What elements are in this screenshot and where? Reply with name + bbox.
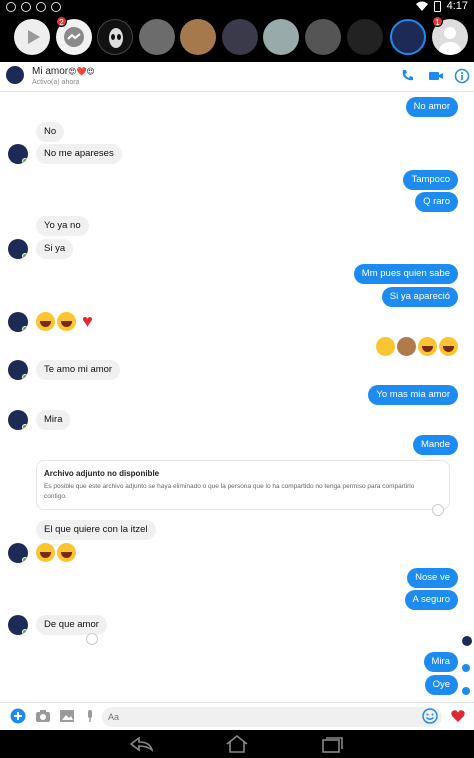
status-bar: 4:17 <box>0 0 474 14</box>
message-bubble[interactable]: A seguro <box>404 590 458 610</box>
message-bubble[interactable]: Q raro <box>415 192 458 212</box>
heart-eyes-emoji-icon <box>376 337 395 356</box>
online-dot <box>22 158 28 164</box>
message-bubble[interactable]: Mm pues quien sabe <box>353 264 458 284</box>
message-bubble[interactable]: No me apareses <box>36 144 122 164</box>
delivered-check-icon <box>462 664 470 672</box>
online-dot <box>22 629 28 635</box>
notification-icon <box>51 2 61 12</box>
camera-icon[interactable] <box>35 708 51 724</box>
messenger-badge: 2 <box>56 16 67 27</box>
contact-name-emojis: 😍❤️😍 <box>68 67 95 76</box>
active-status: Activo(a) ahora <box>32 79 80 86</box>
attachment-unavailable-card[interactable]: Archivo adjunto no disponible Es posible… <box>36 460 450 510</box>
chat-head-5[interactable] <box>263 19 299 55</box>
notification-icon <box>6 2 16 12</box>
message-bubble[interactable]: Mande <box>412 435 458 455</box>
laughing-emoji-icon <box>57 543 76 562</box>
message-bubble[interactable]: Si ya apareció <box>381 287 458 307</box>
status-time: 4:17 <box>446 0 468 12</box>
chat-head-badge: 1 <box>432 16 443 27</box>
avatar <box>8 360 28 380</box>
message-bubble[interactable]: Mira <box>36 410 71 430</box>
message-bubble[interactable]: Oye <box>424 675 458 695</box>
message-bubble[interactable]: Tampoco <box>403 170 458 190</box>
alien-icon <box>109 28 123 48</box>
plus-icon[interactable] <box>10 708 26 724</box>
emoji-icon[interactable] <box>422 708 438 724</box>
laughing-emoji-icon <box>36 312 55 331</box>
chat-head-active[interactable] <box>390 19 426 55</box>
contact-name[interactable]: Mi amor😍❤️😍 <box>32 66 95 77</box>
info-icon[interactable] <box>454 68 470 84</box>
attachment-text: Es posible que este archivo adjunto se h… <box>44 483 415 500</box>
online-dot <box>22 557 28 563</box>
message-bubble[interactable]: No amor <box>405 97 458 117</box>
emoji-message[interactable] <box>376 337 458 356</box>
message-bubble[interactable]: Yo ya no <box>36 216 89 236</box>
phone-icon[interactable] <box>400 68 416 84</box>
chat-head-6[interactable] <box>305 19 341 55</box>
reaction-icon[interactable] <box>86 633 98 645</box>
chat-head-4[interactable] <box>222 19 258 55</box>
contact-name-text: Mi amor <box>32 66 69 77</box>
avatar[interactable] <box>6 66 24 84</box>
avatar <box>8 615 28 635</box>
chat-heads-bar: 2 1 <box>0 14 474 62</box>
see-no-evil-monkey-icon <box>397 337 416 356</box>
microphone-icon[interactable] <box>82 708 98 724</box>
heart-icon: ♥ <box>82 311 93 331</box>
play-icon <box>28 30 40 44</box>
message-bubble[interactable]: No <box>36 122 65 142</box>
message-bubble[interactable]: Te amo mi amor <box>36 360 121 380</box>
chat-head-7[interactable] <box>347 19 383 55</box>
avatar <box>8 144 28 164</box>
online-dot <box>22 374 28 380</box>
navigation-bar <box>0 730 474 758</box>
message-bubble[interactable]: El que quiere con la itzel <box>36 520 156 540</box>
play-button[interactable] <box>14 19 50 55</box>
message-bubble[interactable]: Yo mas mia amor <box>368 385 458 405</box>
battery-icon <box>433 0 441 12</box>
image-icon[interactable] <box>59 708 75 724</box>
conversation-header: Mi amor😍❤️😍 Activo(a) ahora <box>0 62 474 92</box>
laughing-emoji-icon <box>439 337 458 356</box>
online-dot <box>22 424 28 430</box>
recent-apps-icon[interactable] <box>318 734 346 754</box>
emoji-message[interactable]: ♥ <box>36 312 97 331</box>
message-bubble[interactable]: De que amor <box>36 615 107 635</box>
message-bubble[interactable]: Mira <box>423 652 458 672</box>
laughing-emoji-icon <box>418 337 437 356</box>
online-dot <box>22 326 28 332</box>
emoji-message[interactable] <box>36 543 76 562</box>
home-icon[interactable] <box>223 734 251 754</box>
avatar <box>8 410 28 430</box>
notification-icons <box>6 2 61 12</box>
message-input[interactable] <box>102 707 442 727</box>
avatar <box>8 239 28 259</box>
laughing-emoji-icon <box>57 312 76 331</box>
reaction-icon[interactable] <box>432 504 444 516</box>
attachment-title: Archivo adjunto no disponible <box>44 469 160 478</box>
chat-head-alien[interactable] <box>97 19 133 55</box>
message-bubble[interactable]: Nose ve <box>407 568 458 588</box>
message-bubble[interactable]: Si ya <box>36 239 74 259</box>
message-list[interactable]: No amor No No me apareses Tampoco Q raro… <box>0 92 474 702</box>
read-receipt-avatar <box>462 636 472 646</box>
avatar <box>8 543 28 563</box>
notification-icon <box>21 2 31 12</box>
back-icon[interactable] <box>128 734 156 754</box>
video-icon[interactable] <box>428 68 444 84</box>
chat-head-3[interactable] <box>180 19 216 55</box>
laughing-emoji-icon <box>36 543 55 562</box>
delivered-check-icon <box>462 687 470 695</box>
chat-head-2[interactable] <box>139 19 175 55</box>
composer-bar <box>0 702 474 730</box>
wifi-icon <box>415 1 428 11</box>
heart-icon[interactable] <box>450 708 466 724</box>
avatar <box>8 312 28 332</box>
notification-icon <box>36 2 46 12</box>
online-dot <box>22 253 28 259</box>
